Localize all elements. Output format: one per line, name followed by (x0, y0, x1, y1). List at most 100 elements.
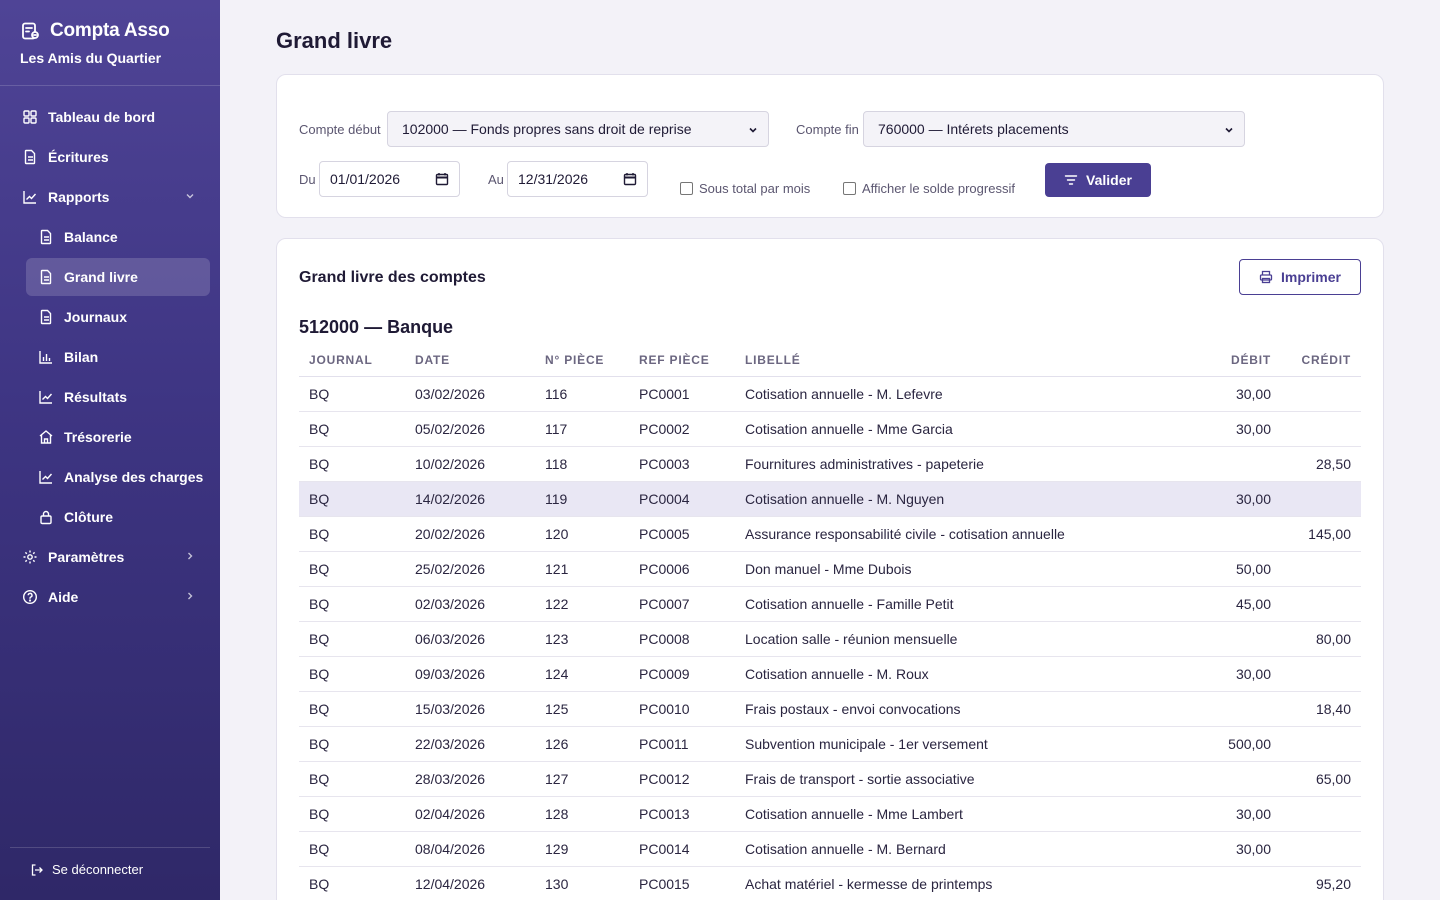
cell-piece-number: 124 (545, 666, 569, 682)
column-header-date[interactable]: DATE (405, 353, 535, 367)
cell-journal: BQ (309, 491, 330, 507)
cell-journal: BQ (309, 421, 330, 437)
column-header-journal[interactable]: JOURNAL (299, 353, 405, 367)
divider (0, 85, 220, 86)
table-row[interactable]: BQ 12/04/2026 130 PC0015 Achat matériel - ke… (299, 867, 1361, 900)
table-row[interactable]: BQ 02/03/2026 122 PC0007 Cotisation annuelle… (299, 587, 1361, 622)
cell-piece-ref: PC0004 (639, 491, 690, 507)
sidebar-item-resultats[interactable]: Résultats (0, 377, 220, 417)
cell-piece-number: 118 (545, 456, 568, 472)
cell-piece-number: 128 (545, 806, 569, 822)
table-row[interactable]: BQ 03/02/2026 116 PC0001 Cotisation annuelle… (299, 377, 1361, 412)
cell-date: 25/02/2026 (415, 561, 486, 577)
column-header-label[interactable]: LIBELLÉ (735, 353, 1181, 367)
checkbox-box[interactable] (843, 182, 856, 195)
table-row[interactable]: BQ 22/03/2026 126 PC0011 Subvention municipa… (299, 727, 1361, 762)
column-header-piece-ref[interactable]: REF PIÈCE (629, 353, 735, 367)
table-body: BQ 03/02/2026 116 PC0001 Cotisation annuelle… (299, 377, 1361, 900)
table-row[interactable]: BQ 02/04/2026 128 PC0013 Cotisation annuelle… (299, 797, 1361, 832)
column-header-debit[interactable]: DÉBIT (1181, 353, 1271, 367)
sidebar-item-grand-livre[interactable]: Grand livre (26, 258, 210, 296)
cell-piece-ref: PC0006 (639, 561, 690, 577)
sidebar-item-label: Journaux (64, 309, 128, 325)
table-row[interactable]: BQ 09/03/2026 124 PC0009 Cotisation annuelle… (299, 657, 1361, 692)
account-start-label: Compte début (299, 122, 381, 137)
sidebar-item-tableau-de-bord[interactable]: Tableau de bord (0, 97, 220, 137)
sidebar-item-cloture[interactable]: Clôture (0, 497, 220, 537)
table-row[interactable]: BQ 08/04/2026 129 PC0014 Cotisation annuelle… (299, 832, 1361, 867)
cell-journal: BQ (309, 876, 330, 892)
chart-line-icon (38, 469, 54, 485)
print-button[interactable]: Imprimer (1239, 259, 1361, 295)
sidebar-item-tresorerie[interactable]: Trésorerie (0, 417, 220, 457)
cell-piece-number: 119 (545, 491, 568, 507)
cell-label: Cotisation annuelle - M. Roux (745, 666, 929, 682)
sidebar-nav: Tableau de bord Écritures Rapports Balan… (0, 97, 220, 617)
sidebar-item-journaux[interactable]: Journaux (0, 297, 220, 337)
table-row[interactable]: BQ 14/02/2026 119 PC0004 Cotisation annuelle… (299, 482, 1361, 517)
account-start-select[interactable]: 102000 — Fonds propres sans droit de rep… (387, 111, 769, 147)
organization-name: Les Amis du Quartier (20, 50, 162, 66)
cell-label: Cotisation annuelle - M. Bernard (745, 841, 946, 857)
filters-panel: Compte début 102000 — Fonds propres sans… (276, 74, 1384, 218)
chevron-down-icon (749, 127, 757, 133)
table-row[interactable]: BQ 25/02/2026 121 PC0006 Don manuel - Mme Du… (299, 552, 1361, 587)
cell-debit: 45,00 (1235, 596, 1271, 612)
sidebar-item-balance[interactable]: Balance (0, 217, 220, 257)
cell-piece-number: 129 (545, 841, 569, 857)
cell-date: 10/02/2026 (415, 456, 486, 472)
cell-piece-ref: PC0007 (639, 596, 690, 612)
account-end-select[interactable]: 760000 — Intérets placements (863, 111, 1245, 147)
table-row[interactable]: BQ 10/02/2026 118 PC0003 Fournitures adminis… (299, 447, 1361, 482)
cell-debit: 30,00 (1235, 806, 1271, 822)
cell-journal: BQ (309, 806, 330, 822)
subtotal-by-month-checkbox[interactable]: Sous total par mois (680, 181, 810, 196)
cell-label: Fournitures administratives - papeterie (745, 456, 984, 472)
sidebar-item-parametres[interactable]: Paramètres (0, 537, 220, 577)
table-row[interactable]: BQ 05/02/2026 117 PC0002 Cotisation annuelle… (299, 412, 1361, 447)
cell-piece-ref: PC0011 (639, 736, 689, 752)
document-icon (22, 149, 38, 165)
cell-credit: 95,20 (1315, 876, 1351, 892)
date-from-input[interactable]: 01/01/2026 (319, 161, 460, 197)
sidebar-item-label: Aide (48, 589, 79, 605)
cell-credit: 65,00 (1315, 771, 1351, 787)
sidebar-item-label: Balance (64, 229, 118, 245)
cell-label: Assurance responsabilité civile - cotisa… (745, 526, 1065, 542)
sidebar-item-rapports[interactable]: Rapports (0, 177, 220, 217)
logout-link[interactable]: Se déconnecter (30, 862, 143, 877)
column-header-credit[interactable]: CRÉDIT (1271, 353, 1361, 367)
app-logo-icon (20, 21, 40, 41)
sidebar-item-aide[interactable]: Aide (0, 577, 220, 617)
cell-debit: 30,00 (1235, 491, 1271, 507)
running-balance-checkbox[interactable]: Afficher le solde progressif (843, 181, 1015, 196)
checkbox-box[interactable] (680, 182, 693, 195)
cell-piece-ref: PC0001 (639, 386, 690, 402)
table-row[interactable]: BQ 06/03/2026 123 PC0008 Location salle - ré… (299, 622, 1361, 657)
sidebar-item-label: Paramètres (48, 549, 125, 565)
logout-label: Se déconnecter (52, 862, 144, 877)
sidebar-item-bilan[interactable]: Bilan (0, 337, 220, 377)
table-row[interactable]: BQ 28/03/2026 127 PC0012 Frais de transport … (299, 762, 1361, 797)
account-title: 512000 — Banque (299, 317, 454, 337)
cell-label: Cotisation annuelle - M. Nguyen (745, 491, 945, 507)
sidebar-item-ecritures[interactable]: Écritures (0, 137, 220, 177)
document-icon (38, 309, 54, 325)
calendar-icon[interactable] (623, 172, 637, 186)
table-row[interactable]: BQ 15/03/2026 125 PC0010 Frais postaux - env… (299, 692, 1361, 727)
page-title: Grand livre (276, 28, 393, 53)
cell-label: Frais de transport - sortie associative (745, 771, 975, 787)
calendar-icon[interactable] (435, 172, 449, 186)
lock-icon (38, 509, 54, 525)
cell-date: 03/02/2026 (415, 386, 486, 402)
cell-journal: BQ (309, 666, 330, 682)
column-header-piece-number[interactable]: N° PIÈCE (535, 353, 629, 367)
sidebar-item-analyse-des-charges[interactable]: Analyse des charges (0, 457, 220, 497)
date-to-input[interactable]: 12/31/2026 (507, 161, 648, 197)
cell-debit: 30,00 (1235, 841, 1271, 857)
validate-button[interactable]: Valider (1045, 163, 1151, 197)
cell-debit: 50,00 (1235, 561, 1271, 577)
cell-journal: BQ (309, 561, 330, 577)
table-row[interactable]: BQ 20/02/2026 120 PC0005 Assurance responsab… (299, 517, 1361, 552)
filter-icon (1064, 175, 1078, 185)
